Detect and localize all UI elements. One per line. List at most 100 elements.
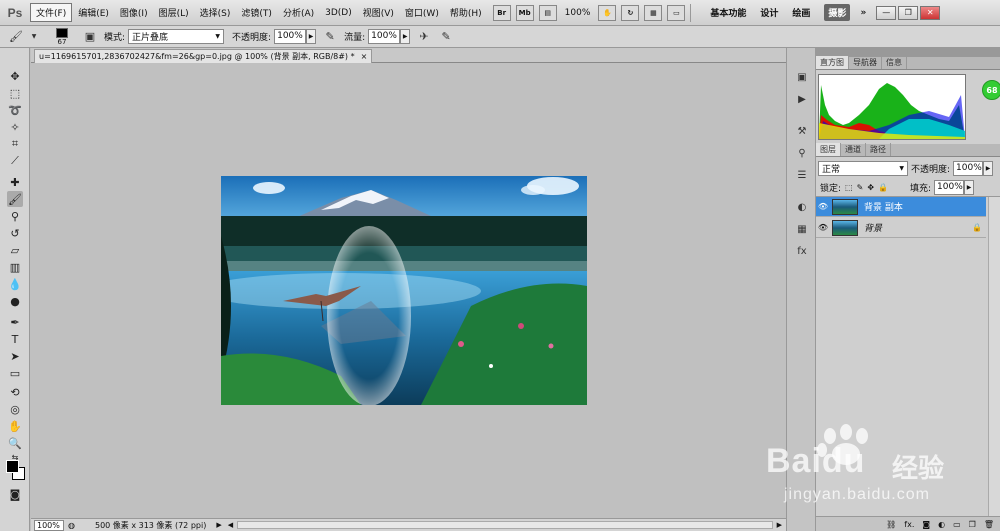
layer-row[interactable]: 👁 背景 🔒: [816, 218, 986, 238]
eye-icon[interactable]: 👁: [816, 202, 830, 211]
opacity-input[interactable]: 100%: [274, 29, 307, 44]
brush-panel-toggle-icon[interactable]: ▣: [82, 29, 98, 45]
menu-select[interactable]: 选择(S): [195, 4, 236, 21]
lasso-tool-icon[interactable]: ➰: [7, 102, 23, 118]
status-info-icon[interactable]: ◍: [68, 521, 75, 530]
type-tool-icon[interactable]: T: [7, 331, 23, 347]
gradient-tool-icon[interactable]: ▥: [7, 259, 23, 275]
tab-info[interactable]: 信息: [882, 56, 907, 69]
3d-rotate-tool-icon[interactable]: ⟲: [7, 384, 23, 400]
hand-tool-icon[interactable]: ✋: [7, 418, 23, 434]
fx-icon[interactable]: fx.: [904, 520, 914, 529]
styles-panel-icon[interactable]: fx: [794, 244, 810, 258]
more-workspaces-button[interactable]: »: [860, 8, 866, 18]
scroll-left-arrow[interactable]: ◀: [228, 521, 233, 529]
quick-mask-icon[interactable]: ◙: [7, 486, 23, 502]
pressure-size-icon[interactable]: ✎: [438, 29, 454, 45]
brush-tool-icon[interactable]: 🖌: [7, 191, 23, 207]
lock-all-icon[interactable]: 🔒: [878, 183, 888, 192]
opacity-slider-arrow[interactable]: ▶: [306, 29, 317, 44]
mini-bridge-button[interactable]: Mb: [515, 4, 534, 21]
zoom-level[interactable]: 100%: [565, 8, 591, 18]
menu-image[interactable]: 图像(I): [115, 4, 153, 21]
workspace-design[interactable]: 设计: [760, 6, 778, 19]
status-menu-arrow[interactable]: ▶: [216, 521, 221, 529]
flow-slider-arrow[interactable]: ▶: [400, 29, 411, 44]
tool-presets-icon[interactable]: ⚒: [794, 124, 810, 138]
dodge-tool-icon[interactable]: ●: [7, 293, 23, 309]
workspace-essentials[interactable]: 基本功能: [710, 6, 746, 19]
foreground-color-swatch[interactable]: [6, 460, 19, 473]
link-icon[interactable]: ⛓: [886, 520, 896, 529]
fill-arrow[interactable]: ▶: [964, 179, 975, 195]
rotate-view-button[interactable]: ↻: [621, 4, 640, 21]
new-layer-icon[interactable]: ❐: [969, 520, 976, 529]
trash-icon[interactable]: 🗑: [984, 520, 994, 529]
document-image[interactable]: [221, 176, 587, 405]
history-brush-tool-icon[interactable]: ↺: [7, 225, 23, 241]
layers-scrollbar[interactable]: [988, 197, 1000, 516]
histogram-cache-badge[interactable]: 68: [982, 80, 1000, 100]
move-tool-icon[interactable]: ✥: [7, 68, 23, 84]
menu-view[interactable]: 视图(V): [358, 4, 399, 21]
path-selection-tool-icon[interactable]: ➤: [7, 348, 23, 364]
status-zoom-input[interactable]: 100%: [34, 519, 64, 531]
menu-edit[interactable]: 编辑(E): [73, 4, 114, 21]
mode-select[interactable]: 正片叠底 ▼: [128, 29, 225, 44]
eyedropper-tool-icon[interactable]: ⟋: [7, 153, 23, 169]
clone-source-icon[interactable]: ⚲: [794, 146, 810, 160]
minimize-button[interactable]: —: [876, 5, 897, 20]
workspace-photography[interactable]: 摄影: [824, 4, 851, 21]
view-extras-button[interactable]: ▤: [538, 4, 557, 21]
screen-mode-button[interactable]: ▭: [667, 4, 686, 21]
layer-opacity-arrow[interactable]: ▶: [983, 160, 994, 176]
lock-transparent-icon[interactable]: ⬚: [845, 183, 853, 192]
tab-navigator[interactable]: 导航器: [849, 56, 882, 69]
airbrush-icon[interactable]: ✈: [416, 29, 432, 45]
restore-button[interactable]: ❐: [898, 5, 919, 20]
swatches-panel-icon[interactable]: ▦: [794, 222, 810, 236]
tab-histogram[interactable]: 直方图: [816, 56, 849, 69]
document-tab[interactable]: u=1169615701,2836702427&fm=26&gp=0.jpg @…: [34, 49, 373, 63]
marquee-tool-icon[interactable]: ⬚: [7, 85, 23, 101]
lock-position-icon[interactable]: ✥: [867, 183, 874, 192]
bridge-button[interactable]: Br: [492, 4, 511, 21]
horizontal-scrollbar[interactable]: [237, 521, 773, 529]
chevron-down-icon[interactable]: ▼: [26, 29, 42, 45]
blend-mode-select[interactable]: 正常 ▼: [818, 160, 908, 176]
pressure-opacity-icon[interactable]: ✎: [322, 29, 338, 45]
lock-image-icon[interactable]: ✎: [857, 183, 864, 192]
crop-tool-icon[interactable]: ⌗: [7, 136, 23, 152]
close-icon[interactable]: ×: [361, 52, 368, 61]
menu-file[interactable]: 文件(F): [30, 3, 73, 22]
brush-preset-icon[interactable]: 🖌: [8, 29, 24, 45]
3d-orbit-tool-icon[interactable]: ◎: [7, 401, 23, 417]
pen-tool-icon[interactable]: ✒: [7, 314, 23, 330]
flow-input[interactable]: 100%: [368, 29, 401, 44]
tab-paths[interactable]: 路径: [866, 143, 891, 156]
menu-help[interactable]: 帮助(H): [445, 4, 487, 21]
mask-icon[interactable]: ◙: [922, 520, 930, 529]
history-panel-icon[interactable]: ☰: [794, 168, 810, 182]
menu-window[interactable]: 窗口(W): [400, 4, 444, 21]
eraser-tool-icon[interactable]: ▱: [7, 242, 23, 258]
menu-filter[interactable]: 滤镜(T): [236, 4, 277, 21]
menu-3d[interactable]: 3D(D): [320, 6, 357, 20]
brush-size-picker[interactable]: 67: [56, 27, 68, 46]
tab-layers[interactable]: 图层: [816, 143, 841, 156]
actions-panel-icon[interactable]: ▶: [794, 92, 810, 106]
menu-analysis[interactable]: 分析(A): [278, 4, 319, 21]
clone-stamp-tool-icon[interactable]: ⚲: [7, 208, 23, 224]
scroll-right-arrow[interactable]: ▶: [777, 521, 782, 529]
eye-icon[interactable]: 👁: [816, 223, 830, 232]
workspace-painting[interactable]: 绘画: [792, 6, 810, 19]
arrange-documents-button[interactable]: ▦: [644, 4, 663, 21]
shape-tool-icon[interactable]: ▭: [7, 365, 23, 381]
quick-selection-tool-icon[interactable]: ✧: [7, 119, 23, 135]
close-button[interactable]: ✕: [920, 5, 941, 20]
color-panel-icon[interactable]: ◐: [794, 200, 810, 214]
layer-row[interactable]: 👁 背景 副本: [816, 197, 986, 217]
canvas-area[interactable]: [31, 63, 786, 518]
layer-opacity-input[interactable]: 100%: [953, 160, 984, 176]
mini-bridge-panel-icon[interactable]: ▣: [794, 70, 810, 84]
